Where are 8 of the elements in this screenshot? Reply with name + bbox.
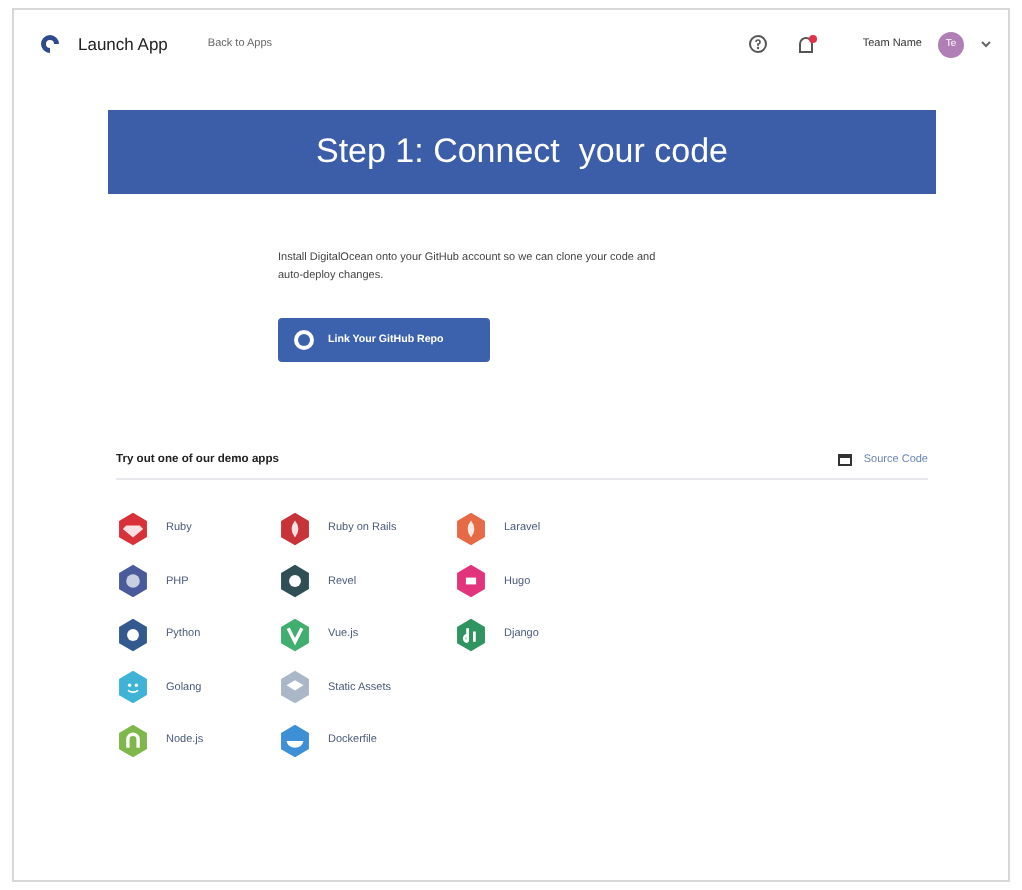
github-icon bbox=[294, 330, 314, 350]
notification-icon[interactable] bbox=[796, 33, 819, 55]
logo-icon bbox=[38, 32, 62, 56]
caret-icon[interactable] bbox=[980, 40, 992, 48]
code-icon bbox=[837, 454, 852, 466]
app-title: Launch App bbox=[78, 34, 168, 54]
help-icon[interactable] bbox=[748, 34, 769, 54]
step-banner: Step 1: Connect your code bbox=[108, 110, 936, 194]
